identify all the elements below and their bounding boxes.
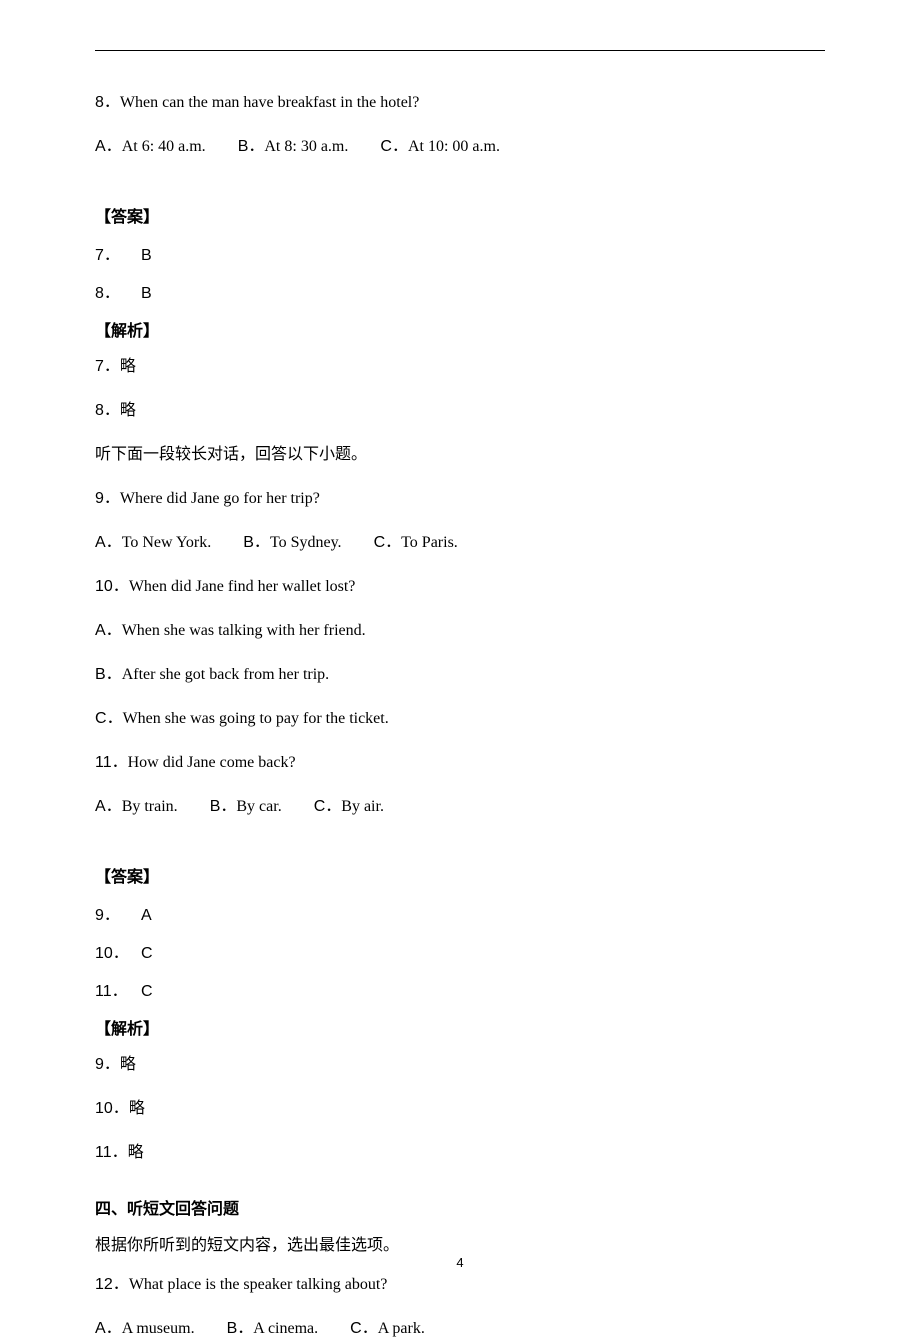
- question-11: 11．How did Jane come back?: [95, 751, 825, 775]
- dialog-intro: 听下面一段较长对话，回答以下小题。: [95, 443, 825, 467]
- answer-item: 7．B: [95, 241, 825, 265]
- page-number: 4: [0, 1255, 920, 1270]
- option-a: A．When she was talking with her friend.: [95, 619, 825, 643]
- question-12: 12．What place is the speaker talking abo…: [95, 1273, 825, 1297]
- option-a: A．At 6: 40 a.m.: [95, 135, 206, 159]
- question-text: Where did Jane go for her trip?: [120, 490, 320, 507]
- analysis-heading: 【解析】: [95, 1015, 825, 1039]
- question-text: How did Jane come back?: [128, 754, 296, 771]
- option-c: C．A park.: [350, 1317, 425, 1341]
- top-horizontal-rule: [95, 50, 825, 51]
- analysis-item: 10．略: [95, 1097, 825, 1121]
- section-4-instruction: 根据你所听到的短文内容，选出最佳选项。: [95, 1231, 825, 1255]
- option-c: C．At 10: 00 a.m.: [380, 135, 500, 159]
- question-number: 8: [95, 94, 104, 111]
- option-b: B．After she got back from her trip.: [95, 663, 825, 687]
- question-8-options: A．At 6: 40 a.m. B．At 8: 30 a.m. C．At 10:…: [95, 135, 825, 159]
- answer-item: 10．C: [95, 939, 825, 963]
- analysis-item: 7．略: [95, 355, 825, 379]
- option-a: A．A museum.: [95, 1317, 195, 1341]
- option-c: C．When she was going to pay for the tick…: [95, 707, 825, 731]
- question-8: 8．When can the man have breakfast in the…: [95, 91, 825, 115]
- question-11-options: A．By train. B．By car. C．By air.: [95, 795, 825, 819]
- question-number: 9: [95, 490, 104, 507]
- option-b: B．By car.: [210, 795, 282, 819]
- question-number: 10: [95, 578, 113, 595]
- answer-heading: 【答案】: [95, 863, 825, 887]
- analysis-item: 8．略: [95, 399, 825, 423]
- analysis-item: 11．略: [95, 1141, 825, 1165]
- question-9: 9．Where did Jane go for her trip?: [95, 487, 825, 511]
- question-number: 12: [95, 1276, 113, 1293]
- option-b: B．To Sydney.: [243, 531, 341, 555]
- option-a: A．By train.: [95, 795, 178, 819]
- analysis-heading: 【解析】: [95, 317, 825, 341]
- answer-item: 9．A: [95, 901, 825, 925]
- option-c: C．By air.: [314, 795, 384, 819]
- question-text: When can the man have breakfast in the h…: [120, 94, 419, 111]
- option-a: A．To New York.: [95, 531, 211, 555]
- question-10: 10．When did Jane find her wallet lost?: [95, 575, 825, 599]
- answer-item: 8．B: [95, 279, 825, 303]
- answer-item: 11．C: [95, 977, 825, 1001]
- page-content: 8．When can the man have breakfast in the…: [0, 0, 920, 1341]
- question-number: 11: [95, 754, 112, 771]
- answer-heading: 【答案】: [95, 203, 825, 227]
- section-4-title: 四、听短文回答问题: [95, 1195, 825, 1219]
- question-9-options: A．To New York. B．To Sydney. C．To Paris.: [95, 531, 825, 555]
- analysis-item: 9．略: [95, 1053, 825, 1077]
- question-text: What place is the speaker talking about?: [129, 1276, 388, 1293]
- question-12-options: A．A museum. B．A cinema. C．A park.: [95, 1317, 825, 1341]
- question-text: When did Jane find her wallet lost?: [129, 578, 356, 595]
- option-c: C．To Paris.: [374, 531, 458, 555]
- option-b: B．A cinema.: [227, 1317, 319, 1341]
- option-b: B．At 8: 30 a.m.: [238, 135, 349, 159]
